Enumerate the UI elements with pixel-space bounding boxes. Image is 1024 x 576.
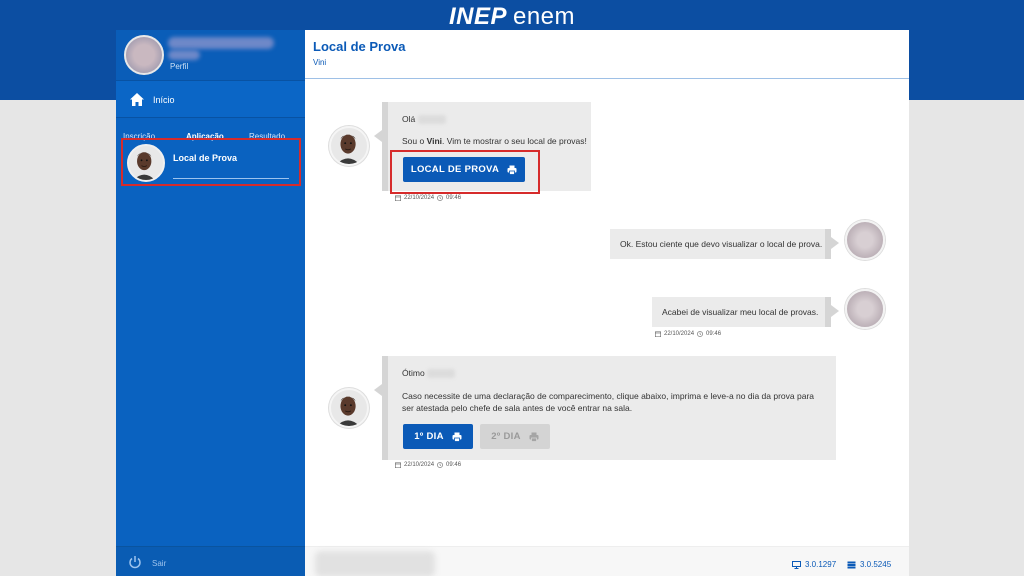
divider <box>173 178 289 179</box>
profile-name-redacted <box>168 37 274 49</box>
greeting: Olá <box>402 114 446 125</box>
printer-icon <box>529 432 539 442</box>
backend-version: 3.0.5245 <box>847 560 891 569</box>
page-title: Local de Prova <box>313 39 406 54</box>
monitor-icon <box>792 560 801 569</box>
main-panel: Local de Prova Vini Olá Sou o Vini. Vim … <box>305 30 909 576</box>
chat-message-user-1: Ok. Estou ciente que devo visualizar o l… <box>610 229 839 259</box>
home-label: Início <box>153 95 175 105</box>
message-meta-3: 22/10/2024 09:46 <box>655 331 721 337</box>
brand-logo: INEP enem <box>0 3 1024 31</box>
power-icon[interactable] <box>128 555 142 569</box>
sidebar-item-home[interactable]: Início <box>116 80 305 118</box>
user-name-redacted <box>417 115 446 125</box>
sidebar-item-local-de-prova[interactable]: Local de Prova <box>121 138 301 186</box>
message-meta-1: 22/10/2024 09:46 <box>395 195 461 201</box>
bubble-tail <box>831 305 839 317</box>
message-meta-4: 22/10/2024 09:46 <box>395 462 461 468</box>
highlight-box <box>390 150 540 194</box>
server-icon <box>847 561 856 568</box>
main-header: Local de Prova Vini <box>305 30 909 79</box>
brand-inep: INEP <box>448 3 507 30</box>
frontend-version: 3.0.1297 <box>792 560 836 569</box>
bot-avatar <box>329 126 369 166</box>
user-avatar <box>845 289 885 329</box>
page-subtitle: Vini <box>313 58 327 67</box>
calendar-icon <box>395 195 401 201</box>
bubble-tail <box>374 384 382 396</box>
greeting: Ótimo <box>402 368 456 379</box>
home-icon <box>130 93 144 106</box>
profile-section[interactable]: Perfil <box>116 30 305 80</box>
footer-redacted <box>315 551 435 576</box>
bot-avatar <box>329 388 369 428</box>
user-avatar <box>845 220 885 260</box>
calendar-icon <box>395 462 401 468</box>
chat-message-bot-2: Ótimo Caso necessite de uma declaração d… <box>374 356 836 460</box>
logout-label[interactable]: Sair <box>152 559 166 568</box>
message-text: Ok. Estou ciente que devo visualizar o l… <box>620 239 823 249</box>
vini-avatar <box>127 144 165 182</box>
clock-icon <box>437 195 443 201</box>
main-footer: 3.0.1297 3.0.5245 <box>305 546 909 576</box>
message-text: Sou o Vini. Vim te mostrar o seu local d… <box>402 136 587 146</box>
user-name-redacted <box>427 369 456 379</box>
profile-label: Perfil <box>170 62 189 71</box>
sidebar: Perfil Início Inscrição Aplicação Result… <box>116 30 305 576</box>
message-text: Acabei de visualizar meu local de provas… <box>662 307 819 317</box>
app-window: Perfil Início Inscrição Aplicação Result… <box>116 30 909 576</box>
chat-message-user-2: Acabei de visualizar meu local de provas… <box>652 297 839 327</box>
day-1-button[interactable]: 1º DIA <box>403 424 473 449</box>
profile-avatar <box>124 35 164 75</box>
bubble-tail <box>374 130 382 142</box>
clock-icon <box>437 462 443 468</box>
profile-name-redacted-2 <box>168 50 200 60</box>
local-de-prova-label: Local de Prova <box>173 153 238 163</box>
printer-icon <box>452 432 462 442</box>
message-text: Caso necessite de uma declaração de comp… <box>402 391 815 413</box>
sidebar-footer: Sair <box>116 546 305 576</box>
calendar-icon <box>655 331 661 337</box>
bubble-tail <box>831 237 839 249</box>
brand-enem: enem <box>512 3 576 30</box>
day-2-button[interactable]: 2º DIA <box>480 424 550 449</box>
clock-icon <box>697 331 703 337</box>
